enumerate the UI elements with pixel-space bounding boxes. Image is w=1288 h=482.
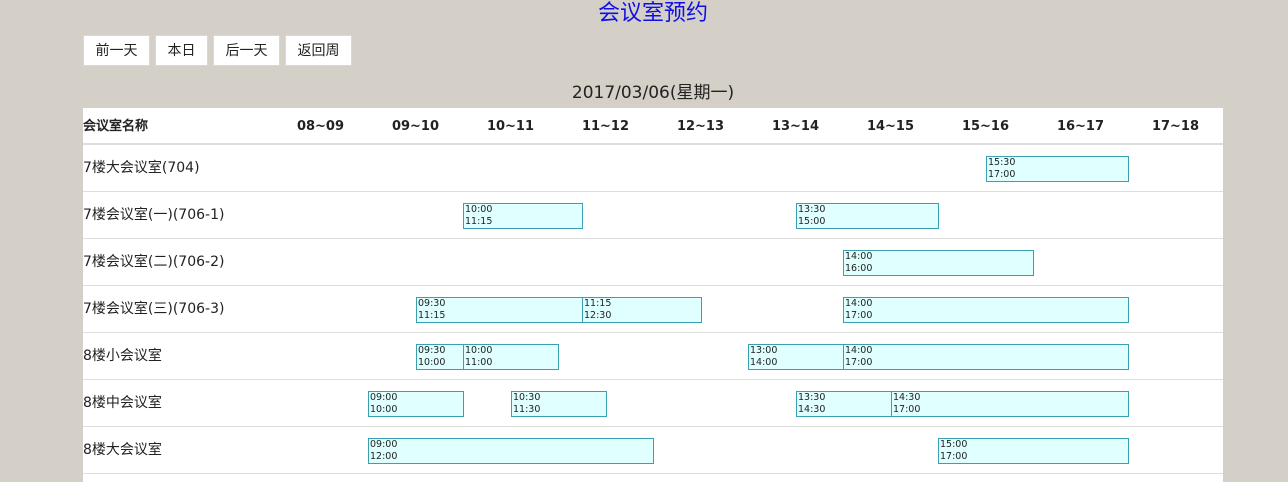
- booking-block[interactable]: 13:30 15:00: [796, 203, 939, 229]
- slot-header: 09~10: [391, 119, 440, 134]
- back-week-button[interactable]: 返回周: [285, 35, 352, 66]
- booking-end-time: 17:00: [845, 310, 873, 321]
- slot-header: 14~15: [866, 119, 915, 134]
- room-name-header: 会议室名称: [83, 119, 149, 134]
- slot-header: 12~13: [676, 119, 725, 134]
- booking-start-time: 10:00: [465, 345, 493, 356]
- room-name: 7楼大会议室(704): [83, 160, 200, 176]
- booking-end-time: 14:30: [798, 404, 826, 415]
- table-header: 会议室名称 08~09 09~10 10~11 11~12 12~13 13~14 14~1…: [83, 108, 1223, 145]
- table-row: 7楼大会议室(704) 15:30 17:00: [83, 145, 1223, 192]
- slot-header: 10~11: [486, 119, 535, 134]
- booking-block[interactable]: 14:00 17:00: [843, 344, 1129, 370]
- room-name: 7楼会议室(一)(706-1): [83, 207, 225, 223]
- booking-block[interactable]: 13:30 14:30: [796, 391, 892, 417]
- room-name: 7楼会议室(二)(706-2): [83, 254, 225, 270]
- booking-start-time: 11:15: [584, 298, 612, 309]
- booking-start-time: 09:00: [370, 439, 398, 450]
- booking-block[interactable]: 09:30 10:00: [416, 344, 464, 370]
- room-name: 8楼小会议室: [83, 348, 162, 364]
- booking-end-time: 12:00: [370, 451, 398, 462]
- prev-day-button[interactable]: 前一天: [83, 35, 150, 66]
- booking-end-time: 17:00: [988, 169, 1016, 180]
- booking-end-time: 11:00: [465, 357, 493, 368]
- page-title: 会议室预约: [597, 1, 708, 26]
- slot-header: 08~09: [296, 119, 345, 134]
- booking-end-time: 17:00: [893, 404, 921, 415]
- table-row: 8楼小会议室 09:30 10:00 10:00 11:00 13:00 14:00 14:0…: [83, 333, 1223, 380]
- next-day-button[interactable]: 后一天: [213, 35, 280, 66]
- table-row: 8楼中会议室 09:00 10:00 10:30 11:30 13:30 14:30 14:3…: [83, 380, 1223, 427]
- current-date: 2017/03/06(星期一): [571, 83, 735, 103]
- today-button[interactable]: 本日: [155, 35, 208, 66]
- slot-header: 17~18: [1151, 119, 1200, 134]
- table-row: 8楼大会议室 09:00 12:00 15:00 17:00: [83, 427, 1223, 474]
- booking-start-time: 13:30: [798, 204, 826, 215]
- booking-end-time: 17:00: [845, 357, 873, 368]
- booking-start-time: 14:00: [845, 251, 873, 262]
- booking-start-time: 15:30: [988, 157, 1016, 168]
- booking-block[interactable]: 10:30 11:30: [511, 391, 607, 417]
- room-name: 8楼大会议室: [83, 442, 162, 458]
- slot-header: 11~12: [581, 119, 630, 134]
- schedule-table: 会议室名称 08~09 09~10 10~11 11~12 12~13 13~14 14~1…: [83, 108, 1223, 482]
- booking-start-time: 10:30: [513, 392, 541, 403]
- booking-start-time: 09:30: [418, 345, 446, 356]
- booking-start-time: 14:00: [845, 298, 873, 309]
- booking-block[interactable]: 15:30 17:00: [986, 156, 1129, 182]
- booking-end-time: 12:30: [584, 310, 612, 321]
- booking-start-time: 10:00: [465, 204, 493, 215]
- table-row: 7楼会议室(二)(706-2) 14:00 16:00: [83, 239, 1223, 286]
- booking-start-time: 14:00: [845, 345, 873, 356]
- booking-start-time: 13:30: [798, 392, 826, 403]
- booking-end-time: 11:15: [418, 310, 446, 321]
- booking-block[interactable]: 11:15 12:30: [582, 297, 702, 323]
- booking-block[interactable]: 09:00 12:00: [368, 438, 654, 464]
- booking-end-time: 10:00: [370, 404, 398, 415]
- booking-block[interactable]: 10:00 11:00: [463, 344, 559, 370]
- booking-block[interactable]: 09:30 11:15: [416, 297, 583, 323]
- table-row: 7楼会议室(三)(706-3) 09:30 11:15 11:15 12:30 14:00…: [83, 286, 1223, 333]
- table-row: 7楼会议室(一)(706-1) 10:00 11:15 13:30 15:00: [83, 192, 1223, 239]
- booking-start-time: 13:00: [750, 345, 778, 356]
- booking-block[interactable]: 09:00 10:00: [368, 391, 464, 417]
- booking-end-time: 11:30: [513, 404, 541, 415]
- booking-end-time: 10:00: [418, 357, 446, 368]
- room-name: 7楼会议室(三)(706-3): [83, 301, 225, 317]
- room-name: 8楼中会议室: [83, 395, 162, 411]
- booking-block[interactable]: 13:00 14:00: [748, 344, 844, 370]
- booking-block[interactable]: 10:00 11:15: [463, 203, 583, 229]
- slot-header: 13~14: [771, 119, 820, 134]
- booking-block[interactable]: 14:00 17:00: [843, 297, 1129, 323]
- booking-block[interactable]: 14:00 16:00: [843, 250, 1034, 276]
- booking-end-time: 14:00: [750, 357, 778, 368]
- booking-end-time: 16:00: [845, 263, 873, 274]
- booking-block[interactable]: 15:00 17:00: [938, 438, 1129, 464]
- booking-start-time: 15:00: [940, 439, 968, 450]
- slot-header: 16~17: [1056, 119, 1105, 134]
- booking-end-time: 11:15: [465, 216, 493, 227]
- booking-start-time: 09:00: [370, 392, 398, 403]
- booking-end-time: 15:00: [798, 216, 826, 227]
- booking-start-time: 09:30: [418, 298, 446, 309]
- booking-block[interactable]: 14:30 17:00: [891, 391, 1129, 417]
- slot-header: 15~16: [961, 119, 1010, 134]
- booking-start-time: 14:30: [893, 392, 921, 403]
- booking-end-time: 17:00: [940, 451, 968, 462]
